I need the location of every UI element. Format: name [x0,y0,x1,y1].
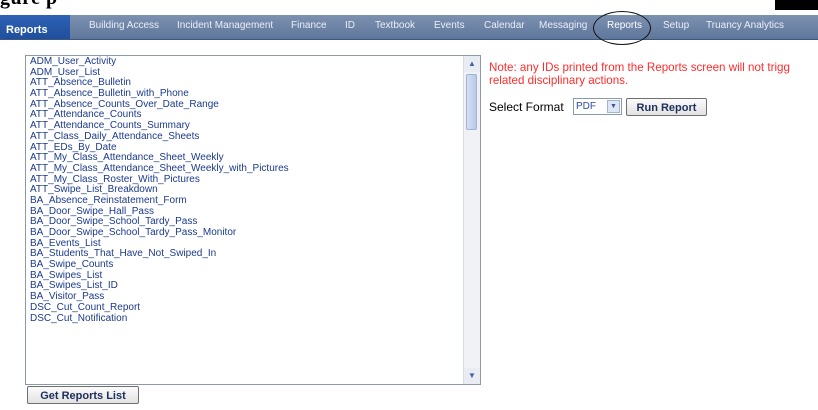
nav-item-building-access[interactable]: Building Access [89,15,159,39]
nav-item-events[interactable]: Events [434,15,465,39]
reports-note: Note: any IDs printed from the Reports s… [489,61,818,87]
nav-item-reports[interactable]: Reports [607,15,642,39]
note-line-1: Note: any IDs printed from the Reports s… [489,61,790,74]
reports-list: ADM_User_Activity ADM_User_List ATT_Absenc… [30,56,460,325]
nav-item-truancy-analytics[interactable]: Truancy Analytics [706,15,784,39]
report-list-item[interactable]: DSC_Cut_Count_Report [30,302,460,314]
top-nav-bar: Reports Building Access Incident Managem… [0,15,818,40]
reports-listbox[interactable]: ADM_User_Activity ADM_User_List ATT_Absenc… [25,55,481,385]
report-list-item[interactable]: DSC_Cut_Notification [30,313,460,325]
nav-item-id[interactable]: ID [345,15,355,39]
nav-item-setup[interactable]: Setup [663,15,689,39]
format-select[interactable]: PDF ▼ [573,98,622,115]
run-report-button[interactable]: Run Report [626,98,707,116]
nav-item-textbook[interactable]: Textbook [375,15,415,39]
get-reports-list-button[interactable]: Get Reports List [27,386,139,404]
format-select-value: PDF [576,101,596,112]
chevron-down-icon[interactable]: ▼ [607,100,620,113]
nav-item-finance[interactable]: Finance [291,15,327,39]
report-list-item[interactable]: ATT_Class_Daily_Attendance_Sheets [30,131,460,143]
nav-item-calendar[interactable]: Calendar [484,15,525,39]
caption-black-bar [775,0,818,10]
report-list-item[interactable]: ATT_My_Class_Attendance_Sheet_Weekly_wit… [30,163,460,175]
nav-item-incident-management[interactable]: Incident Management [177,15,273,39]
nav-title-reports[interactable]: Reports [0,15,70,39]
listbox-scrollbar[interactable]: ▲ ▼ [463,56,480,384]
note-line-2: related disciplinary actions. [489,74,629,87]
scrollbar-thumb[interactable] [466,74,477,130]
figure-caption: gure p [0,0,58,9]
scroll-down-icon[interactable]: ▼ [464,368,480,384]
select-format-label: Select Format [489,100,564,114]
nav-item-messaging[interactable]: Messaging [539,15,587,39]
scroll-up-icon[interactable]: ▲ [464,56,480,72]
